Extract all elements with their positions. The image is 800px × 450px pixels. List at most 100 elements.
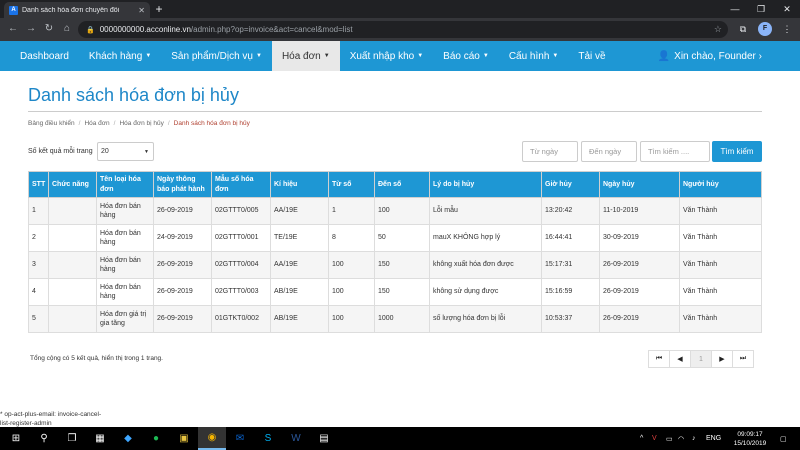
first-page-button[interactable]: ⏮	[648, 350, 670, 368]
cell: 13:20:42	[541, 197, 600, 225]
chrome-icon[interactable]: ◉	[198, 427, 226, 450]
prev-page-button[interactable]: ◀	[669, 350, 691, 368]
column-header[interactable]: Giờ hủy	[541, 171, 600, 198]
cell: 100	[328, 251, 375, 279]
cell: số lượng hóa đơn bị lỗi	[429, 305, 542, 333]
column-header[interactable]: Ngày hủy	[599, 171, 680, 198]
tray-chevron-icon[interactable]: ^	[640, 427, 643, 450]
column-header[interactable]: Ngày thông báo phát hành	[153, 171, 212, 198]
cell: 26-09-2019	[599, 305, 680, 333]
cell: 1	[28, 197, 49, 225]
cell: Lỗi mẫu	[429, 197, 542, 225]
cell: 26-09-2019	[599, 251, 680, 279]
search-icon[interactable]: ⚲	[30, 427, 58, 450]
outlook-icon[interactable]: ✉	[226, 427, 254, 450]
column-header[interactable]: Đến số	[374, 171, 430, 198]
cell: AB/19E	[270, 305, 329, 333]
cell: AB/19E	[270, 278, 329, 306]
menu-kebab-icon[interactable]: ⋮	[780, 22, 794, 36]
table-row[interactable]: 3 Hóa đơn bán hàng 26-09-2019 02GTTT0/004 AA…	[28, 251, 762, 279]
column-header[interactable]: Lý do bị hủy	[429, 171, 542, 198]
task-view-icon[interactable]: ❐	[58, 427, 86, 450]
next-page-button[interactable]: ▶	[711, 350, 733, 368]
unikey-icon[interactable]: V	[652, 427, 657, 450]
column-header[interactable]: Tên loại hóa đơn	[96, 171, 154, 198]
cell: Hóa đơn bán hàng	[96, 224, 154, 252]
cell: 26-09-2019	[599, 278, 680, 306]
windows-taskbar: ⊞ ⚲ ❐ ▦ ◆ ● ▣ ◉ ✉ S W ▤ ^ V ▭ ◠ ♪ ENG 09…	[0, 427, 800, 450]
cell: Văn Thành	[679, 224, 762, 252]
cell: 8	[328, 224, 375, 252]
clock-date: 15/10/2019	[733, 440, 767, 447]
windows-start-icon[interactable]: ⊞	[2, 427, 30, 450]
cell: 11-10-2019	[599, 197, 680, 225]
column-header[interactable]: Mẫu số hóa đơn	[211, 171, 271, 198]
cell	[48, 278, 97, 306]
cell: 15:16:59	[541, 278, 600, 306]
cell: 02GTTT0/004	[211, 251, 271, 279]
cell: Văn Thành	[679, 278, 762, 306]
table-row[interactable]: 5 Hóa đơn giá trị gia tăng 26-09-2019 01GTK…	[28, 305, 762, 333]
cell: không sử dụng được	[429, 278, 542, 306]
notifications-icon[interactable]: ▢	[780, 427, 787, 450]
cell: 16:44:41	[541, 224, 600, 252]
language-indicator[interactable]: ENG	[706, 427, 721, 450]
column-header[interactable]: Từ số	[328, 171, 375, 198]
current-page: 1	[690, 350, 712, 368]
table-row[interactable]: 2 Hóa đơn bán hàng 24-09-2019 02GTTT0/001 TE…	[28, 224, 762, 252]
cell: 02GTTT0/001	[211, 224, 271, 252]
site-favicon-icon: A	[9, 5, 18, 15]
cell: 30-09-2019	[599, 224, 680, 252]
last-page-button[interactable]: ⏭	[732, 350, 754, 368]
cell: mauX KHÔNG hợp lý	[429, 224, 542, 252]
column-header[interactable]: Kí hiệu	[270, 171, 329, 198]
table-row[interactable]: 1 Hóa đơn bán hàng 26-09-2019 02GTTT0/005 AA…	[28, 197, 762, 225]
table-row[interactable]: 4 Hóa đơn bán hàng 26-09-2019 02GTTT0/003 AB…	[28, 278, 762, 306]
status-line: * op-act-plus-email: invoice-cancel-	[0, 411, 102, 418]
clock-time: 09:09:17	[737, 431, 763, 438]
back-icon[interactable]: ←	[6, 22, 20, 36]
cell: 4	[28, 278, 49, 306]
cell: 2	[28, 224, 49, 252]
file-explorer-icon[interactable]: ▤	[310, 427, 338, 450]
cell: Văn Thành	[679, 305, 762, 333]
cell: không xuất hóa đơn được	[429, 251, 542, 279]
cell: 02GTTT0/003	[211, 278, 271, 306]
invoice-table: STT Chức năng Tên loại hóa đơn Ngày thôn…	[28, 171, 762, 333]
cell: 3	[28, 251, 49, 279]
cell: 50	[374, 224, 430, 252]
cell: Văn Thành	[679, 197, 762, 225]
cell: AA/19E	[270, 197, 329, 225]
cell: 5	[28, 305, 49, 333]
cell: 26-09-2019	[153, 305, 212, 333]
column-header[interactable]: Người hủy	[679, 171, 762, 198]
pagination: ⏮ ◀ 1 ▶ ⏭	[648, 350, 754, 368]
cell: Hóa đơn bán hàng	[96, 251, 154, 279]
system-clock[interactable]: 09:09:17 15/10/2019	[730, 430, 770, 448]
column-header[interactable]: Chức năng	[48, 171, 97, 198]
skype-icon[interactable]: S	[254, 427, 282, 450]
table-header-row: STT Chức năng Tên loại hóa đơn Ngày thôn…	[28, 171, 762, 198]
debug-status-text: * op-act-plus-email: invoice-cancel- lis…	[0, 410, 101, 428]
cell	[48, 224, 97, 252]
spotify-icon[interactable]: ●	[142, 427, 170, 450]
calculator-icon[interactable]: ▦	[86, 427, 114, 450]
cell: Hóa đơn giá trị gia tăng	[96, 305, 154, 333]
cell: 26-09-2019	[153, 197, 212, 225]
cell: 1000	[374, 305, 430, 333]
column-header[interactable]: STT	[28, 171, 49, 198]
cell: 26-09-2019	[153, 278, 212, 306]
cell: 15:17:31	[541, 251, 600, 279]
window-close-icon[interactable]: ✕	[774, 0, 800, 18]
photos-icon[interactable]: ▣	[170, 427, 198, 450]
cell: 100	[328, 278, 375, 306]
cell: 100	[328, 305, 375, 333]
network-icon[interactable]: ◠	[678, 427, 684, 450]
word-icon[interactable]: W	[282, 427, 310, 450]
cell: 150	[374, 278, 430, 306]
vscode-icon[interactable]: ◆	[114, 427, 142, 450]
cell: Hóa đơn bán hàng	[96, 278, 154, 306]
cell: 10:53:37	[541, 305, 600, 333]
battery-icon[interactable]: ▭	[666, 427, 673, 450]
volume-icon[interactable]: ♪	[692, 427, 696, 450]
